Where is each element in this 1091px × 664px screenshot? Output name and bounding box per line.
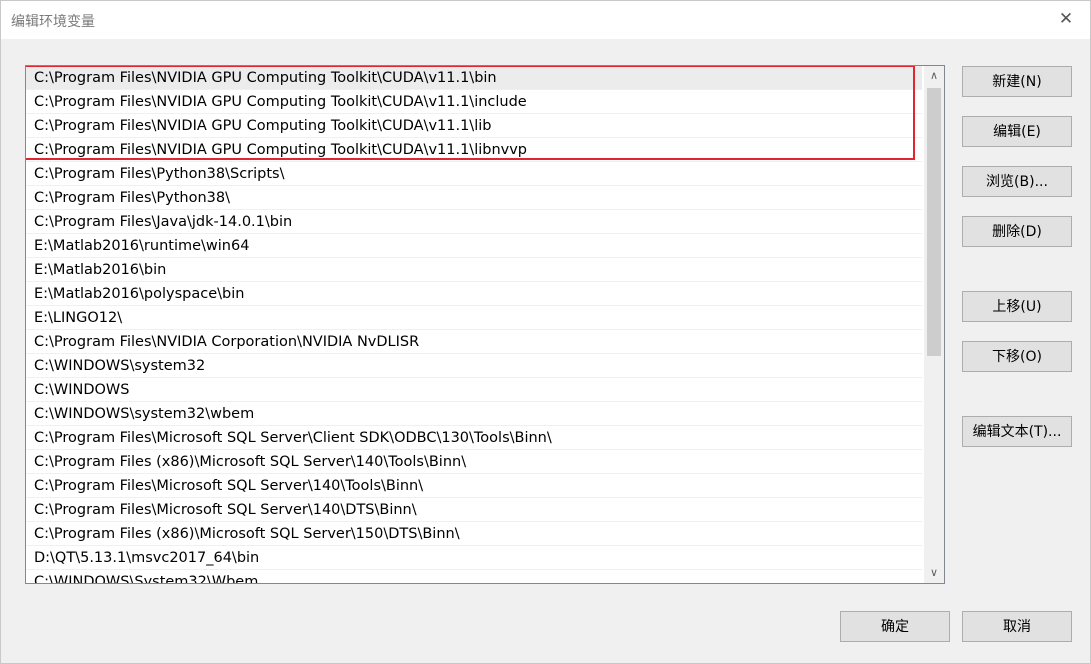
- path-list-item[interactable]: C:\WINDOWS\System32\Wbem: [26, 570, 922, 583]
- path-list-item[interactable]: C:\Program Files\Java\jdk-14.0.1\bin: [26, 210, 922, 234]
- ok-button[interactable]: 确定: [840, 611, 950, 642]
- path-list-item[interactable]: D:\QT\5.13.1\msvc2017_64\bin: [26, 546, 922, 570]
- path-list-item[interactable]: C:\WINDOWS\system32\wbem: [26, 402, 922, 426]
- path-list-item[interactable]: C:\Program Files\NVIDIA GPU Computing To…: [26, 66, 922, 90]
- path-list[interactable]: C:\Program Files\NVIDIA GPU Computing To…: [25, 65, 945, 584]
- scroll-up-icon[interactable]: ∧: [924, 66, 944, 86]
- path-list-item[interactable]: C:\Program Files\NVIDIA GPU Computing To…: [26, 138, 922, 162]
- move-down-button[interactable]: 下移(O): [962, 341, 1072, 372]
- path-list-item[interactable]: C:\Program Files\Python38\: [26, 186, 922, 210]
- scrollbar-thumb[interactable]: [927, 88, 941, 356]
- path-list-item[interactable]: C:\WINDOWS: [26, 378, 922, 402]
- path-list-item[interactable]: C:\Program Files\NVIDIA Corporation\NVID…: [26, 330, 922, 354]
- browse-button[interactable]: 浏览(B)...: [962, 166, 1072, 197]
- new-button[interactable]: 新建(N): [962, 66, 1072, 97]
- path-list-item[interactable]: C:\Program Files (x86)\Microsoft SQL Ser…: [26, 450, 922, 474]
- path-list-item[interactable]: C:\Program Files\Microsoft SQL Server\14…: [26, 498, 922, 522]
- move-up-button[interactable]: 上移(U): [962, 291, 1072, 322]
- dialog-title: 编辑环境变量: [11, 14, 95, 30]
- path-list-item[interactable]: E:\Matlab2016\runtime\win64: [26, 234, 922, 258]
- path-list-item[interactable]: C:\Program Files\Microsoft SQL Server\Cl…: [26, 426, 922, 450]
- path-list-item[interactable]: C:\WINDOWS\system32: [26, 354, 922, 378]
- path-list-item[interactable]: E:\LINGO12\: [26, 306, 922, 330]
- path-list-item[interactable]: C:\Program Files\Microsoft SQL Server\14…: [26, 474, 922, 498]
- scroll-down-icon[interactable]: ∨: [924, 563, 944, 583]
- path-list-item[interactable]: E:\Matlab2016\polyspace\bin: [26, 282, 922, 306]
- path-list-item[interactable]: E:\Matlab2016\bin: [26, 258, 922, 282]
- path-list-item[interactable]: C:\Program Files\NVIDIA GPU Computing To…: [26, 114, 922, 138]
- edit-text-button[interactable]: 编辑文本(T)...: [962, 416, 1072, 447]
- cancel-button[interactable]: 取消: [962, 611, 1072, 642]
- path-list-item[interactable]: C:\Program Files\Python38\Scripts\: [26, 162, 922, 186]
- edit-button[interactable]: 编辑(E): [962, 116, 1072, 147]
- edit-env-variable-dialog: 编辑环境变量 ✕ C:\Program Files\NVIDIA GPU Com…: [0, 0, 1091, 664]
- vertical-scrollbar[interactable]: ∧ ∨: [924, 66, 944, 583]
- delete-button[interactable]: 删除(D): [962, 216, 1072, 247]
- close-icon[interactable]: ✕: [1056, 9, 1076, 29]
- path-list-item[interactable]: C:\Program Files\NVIDIA GPU Computing To…: [26, 90, 922, 114]
- title-bar: 编辑环境变量 ✕: [1, 1, 1090, 39]
- path-list-item[interactable]: C:\Program Files (x86)\Microsoft SQL Ser…: [26, 522, 922, 546]
